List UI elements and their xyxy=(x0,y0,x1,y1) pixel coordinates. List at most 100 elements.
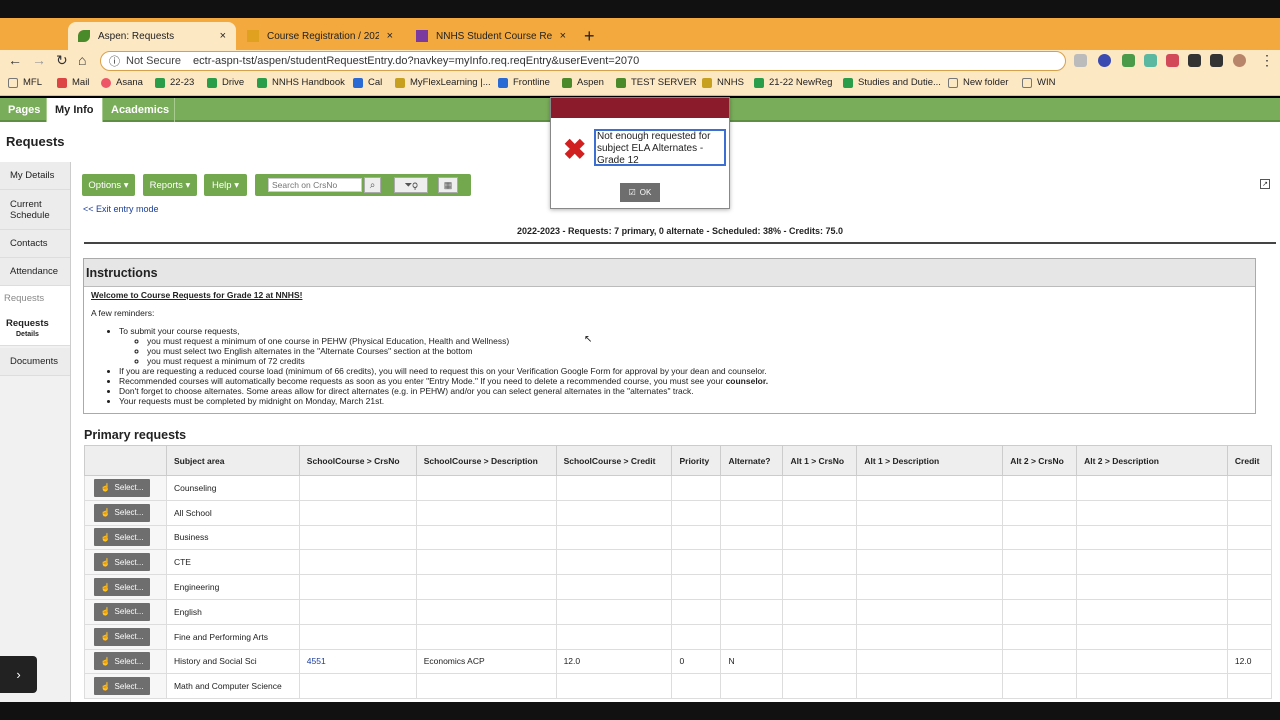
bookmark-test-server[interactable]: TEST SERVER xyxy=(616,77,697,88)
column-header[interactable]: Alt 2 > CrsNo xyxy=(1002,445,1078,476)
extension-icon[interactable] xyxy=(1122,54,1135,67)
tab-nnhs-student-course[interactable]: NNHS Student Course Reque × xyxy=(406,22,576,50)
tab-label: Aspen: Requests xyxy=(98,30,175,42)
crsno-cell[interactable] xyxy=(298,524,417,551)
divider xyxy=(84,242,1276,244)
help-button[interactable]: Help ▾ xyxy=(204,174,247,196)
column-header[interactable]: Alt 2 > Description xyxy=(1076,445,1228,476)
close-icon[interactable]: × xyxy=(220,30,226,42)
crsno-cell[interactable] xyxy=(298,549,417,576)
search-input[interactable] xyxy=(268,178,362,192)
ok-button[interactable]: ☑ OK xyxy=(620,183,660,202)
bookmark-mfl[interactable]: MFL xyxy=(8,77,42,88)
column-header[interactable]: SchoolCourse > Credit xyxy=(555,445,673,476)
close-icon[interactable]: × xyxy=(560,30,566,42)
sidebar-subitem-details[interactable]: Details xyxy=(16,331,70,338)
credit-cell xyxy=(555,673,673,700)
reload-icon[interactable]: ↻ xyxy=(56,52,68,69)
reports-button[interactable]: Reports ▾ xyxy=(143,174,197,196)
reminders-text: A few reminders: xyxy=(91,308,155,318)
home-icon[interactable]: ⌂ xyxy=(78,52,86,68)
bookmark-cal[interactable]: Cal xyxy=(353,77,382,88)
sidebar-item-attendance[interactable]: Attendance xyxy=(0,258,70,286)
expand-icon[interactable]: ↗ xyxy=(1260,179,1270,189)
sidebar-item-my-details[interactable]: My Details xyxy=(0,162,70,190)
select-button[interactable]: ☝ Select... xyxy=(94,677,150,696)
bookmark-22-23[interactable]: 22-23 xyxy=(155,77,194,88)
select-button[interactable]: ☝ Select... xyxy=(94,602,150,621)
crsno-cell[interactable] xyxy=(298,475,417,501)
bookmark-frontline[interactable]: Frontline xyxy=(498,77,550,88)
sidebar-item-requests[interactable]: Requests Details xyxy=(0,310,70,346)
crsno-cell[interactable] xyxy=(298,598,417,625)
select-button[interactable]: ☝ Select... xyxy=(94,578,150,597)
description-cell xyxy=(415,673,557,700)
column-header[interactable]: Credit xyxy=(1226,445,1273,476)
bookmark-nnhs-handbook[interactable]: NNHS Handbook xyxy=(257,77,345,88)
bookmark-new-folder[interactable]: New folder xyxy=(948,77,1008,88)
select-button[interactable]: ☝ Select... xyxy=(94,553,150,572)
total-credit-cell xyxy=(1226,549,1273,576)
extension-icon[interactable] xyxy=(1144,54,1157,67)
crsno-cell[interactable] xyxy=(298,574,417,600)
back-arrow-icon[interactable]: ← xyxy=(8,52,22,68)
search-icon[interactable]: ⌕ xyxy=(364,177,381,193)
close-icon[interactable]: × xyxy=(387,30,393,42)
forward-arrow-icon[interactable]: → xyxy=(32,52,46,68)
bookmark-21-22-newreg[interactable]: 21-22 NewReg xyxy=(754,77,832,88)
table-header-row: Subject area SchoolCourse > CrsNo School… xyxy=(84,445,1273,476)
new-tab-button[interactable]: + xyxy=(584,26,595,47)
tab-aspen-requests[interactable]: Aspen: Requests × xyxy=(68,22,236,50)
flex-icon xyxy=(395,77,405,88)
nav-academics[interactable]: Academics xyxy=(103,98,175,122)
filter-icon[interactable]: ⏷⚲ xyxy=(394,177,428,193)
nav-my-info[interactable]: My Info xyxy=(47,98,103,122)
avatar[interactable] xyxy=(1233,54,1246,67)
bookmark-nnhs[interactable]: NNHS xyxy=(702,77,744,88)
menu-dots-icon[interactable]: ⋮ xyxy=(1260,52,1274,69)
column-header[interactable]: Subject area xyxy=(165,445,300,476)
address-bar[interactable]: ⓘ Not Secure ectr-aspn-tst/aspen/student… xyxy=(100,51,1066,71)
select-cell: ☝ Select... xyxy=(84,475,167,501)
sidebar-item-current-schedule[interactable]: Current Schedule xyxy=(0,190,70,230)
bookmark-drive[interactable]: Drive xyxy=(207,77,244,88)
sidebar-item-documents[interactable]: Documents xyxy=(0,348,70,376)
bookmark-asana[interactable]: Asana xyxy=(101,77,143,88)
bookmark-aspen[interactable]: Aspen xyxy=(562,77,604,88)
select-button[interactable]: ☝ Select... xyxy=(94,652,150,671)
bookmark-win[interactable]: WIN xyxy=(1022,77,1055,88)
nav-pages[interactable]: Pages xyxy=(0,98,47,122)
grid-icon[interactable]: ▦ xyxy=(438,177,458,193)
tab-course-registration[interactable]: Course Registration / 2022-20 × xyxy=(237,22,403,50)
column-header[interactable]: Alt 1 > CrsNo xyxy=(782,445,858,476)
extension-icon[interactable] xyxy=(1074,54,1087,67)
crsno-cell[interactable] xyxy=(298,623,417,650)
select-button[interactable]: ☝ Select... xyxy=(94,627,150,646)
hand-pointer-icon: ☝ xyxy=(100,656,111,666)
select-button[interactable]: ☝ Select... xyxy=(94,528,150,547)
crsno-cell[interactable] xyxy=(298,499,417,526)
bookmark-studies-duties[interactable]: Studies and Dutie... xyxy=(843,77,941,88)
select-cell: ☝ Select... xyxy=(84,648,167,675)
column-header[interactable]: SchoolCourse > Description xyxy=(415,445,557,476)
column-header[interactable]: SchoolCourse > CrsNo xyxy=(298,445,417,476)
description-cell xyxy=(415,598,557,625)
exit-entry-mode-link[interactable]: << Exit entry mode xyxy=(83,204,159,214)
puzzle-icon[interactable] xyxy=(1188,54,1201,67)
column-header[interactable]: Priority xyxy=(671,445,722,476)
sidebar-item-contacts[interactable]: Contacts xyxy=(0,230,70,258)
select-button[interactable]: ☝ Select... xyxy=(94,478,150,497)
k-extension-icon[interactable] xyxy=(1098,54,1111,67)
crsno-cell[interactable] xyxy=(298,673,417,700)
bookmark-myflexlearning[interactable]: MyFlexLearning |... xyxy=(395,77,491,88)
options-button[interactable]: Options ▾ xyxy=(82,174,135,196)
crsno-cell[interactable]: 4551 xyxy=(298,648,417,675)
expand-panel-button[interactable]: › xyxy=(0,656,37,693)
hand-pointer-icon: ☝ xyxy=(100,532,111,542)
column-header[interactable]: Alt 1 > Description xyxy=(856,445,1004,476)
bookmark-mail[interactable]: Mail xyxy=(57,77,89,88)
column-header[interactable]: Alternate? xyxy=(720,445,784,476)
select-button[interactable]: ☝ Select... xyxy=(94,503,150,522)
extension-icon[interactable] xyxy=(1166,54,1179,67)
sidebar-icon[interactable] xyxy=(1210,54,1223,67)
